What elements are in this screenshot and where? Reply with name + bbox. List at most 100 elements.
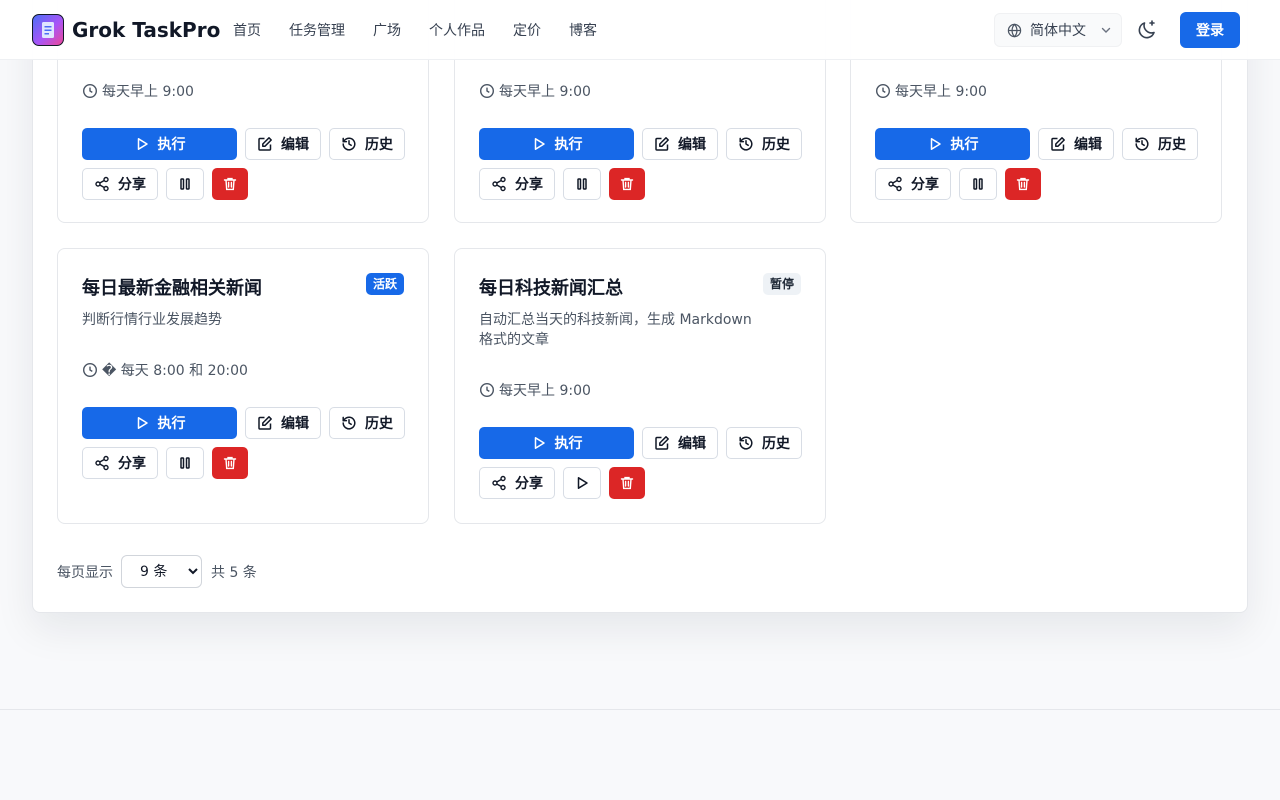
clock-icon (82, 83, 98, 99)
globe-icon (1007, 23, 1022, 37)
status-badge: 活跃 (365, 273, 404, 295)
per-page-select[interactable]: 9 条18 条36 条 (121, 555, 202, 588)
history-icon (342, 416, 356, 430)
language-selector[interactable]: 简体中文 (994, 13, 1122, 47)
per-page-label: 每页显示 (57, 564, 113, 581)
task-schedule: � 每天 8:00 和 20:00 (82, 360, 248, 380)
play-icon (137, 417, 148, 429)
clock-icon (82, 362, 98, 378)
nav-pricing[interactable]: 定价 (513, 20, 541, 40)
edit-icon (1051, 137, 1065, 151)
history-button[interactable]: 历史 (329, 128, 405, 160)
delete-button[interactable] (609, 467, 645, 499)
edit-button[interactable]: 编辑 (642, 427, 718, 459)
task-description: 自动汇总当天的科技新闻，生成 Markdown 格式的文章 (479, 312, 752, 348)
history-icon (739, 137, 753, 151)
delete-button[interactable] (212, 447, 248, 479)
nav-blog[interactable]: 博客 (569, 20, 597, 40)
edit-button[interactable]: 编辑 (245, 407, 321, 439)
clock-icon (875, 83, 891, 99)
total-count: 共 5 条 (211, 564, 257, 581)
history-button[interactable]: 历史 (1122, 128, 1198, 160)
share-icon (95, 455, 109, 471)
pause-button[interactable] (166, 168, 204, 200)
trash-icon (223, 177, 237, 191)
app-logo[interactable] (32, 14, 64, 46)
play-icon (930, 138, 941, 150)
share-button[interactable]: 分享 (82, 447, 158, 479)
play-icon (534, 138, 545, 150)
play-icon (534, 437, 545, 449)
status-badge: 暂停 (762, 273, 801, 295)
language-label: 简体中文 (1030, 23, 1086, 39)
delete-button[interactable] (212, 168, 248, 200)
trash-icon (620, 476, 634, 490)
pagination: 每页显示 9 条18 条36 条 共 5 条 (57, 555, 257, 588)
history-icon (1135, 137, 1149, 151)
play-icon (137, 138, 148, 150)
task-card: 每日科技新闻汇总 暂停 自动汇总当天的科技新闻，生成 Markdown 格式的文… (454, 248, 826, 524)
edit-icon (655, 436, 669, 450)
task-schedule: 每天早上 9:00 (479, 380, 591, 400)
play-icon (577, 477, 588, 489)
pause-icon (973, 178, 983, 190)
brand-name[interactable]: Grok TaskPro (72, 18, 220, 42)
resume-button[interactable] (563, 467, 601, 499)
clock-icon (479, 83, 495, 99)
share-icon (492, 176, 506, 192)
share-icon (888, 176, 902, 192)
chevron-down-icon (1101, 27, 1111, 33)
share-button[interactable]: 分享 (82, 168, 158, 200)
task-schedule: 每天早上 9:00 (82, 81, 194, 101)
moon-icon[interactable] (1135, 18, 1159, 42)
task-title: 每日科技新闻汇总 (479, 278, 623, 299)
task-title: 每日最新金融相关新闻 (82, 278, 262, 299)
delete-button[interactable] (1005, 168, 1041, 200)
task-schedule: 每天早上 9:00 (479, 81, 591, 101)
history-icon (342, 137, 356, 151)
delete-button[interactable] (609, 168, 645, 200)
task-card: 每日最新金融相关新闻 活跃 判断行情行业发展趋势 � 每天 8:00 和 20:… (57, 248, 429, 524)
trash-icon (620, 177, 634, 191)
pause-icon (180, 178, 190, 190)
run-button[interactable]: 执行 (479, 128, 634, 160)
nav-home[interactable]: 首页 (233, 20, 261, 40)
nav-my-works[interactable]: 个人作品 (429, 20, 485, 40)
share-icon (492, 475, 506, 491)
share-icon (95, 176, 109, 192)
run-button[interactable]: 执行 (479, 427, 634, 459)
pause-button[interactable] (563, 168, 601, 200)
pause-icon (180, 457, 190, 469)
edit-icon (258, 137, 272, 151)
task-description: 判断行情行业发展趋势 (82, 312, 222, 328)
top-nav-bar: Grok TaskPro 首页 任务管理 广场 个人作品 定价 博客 简体中文 … (0, 0, 1280, 60)
pause-button[interactable] (959, 168, 997, 200)
history-button[interactable]: 历史 (329, 407, 405, 439)
document-icon (42, 22, 54, 38)
pause-button[interactable] (166, 447, 204, 479)
run-button[interactable]: 执行 (875, 128, 1030, 160)
edit-icon (655, 137, 669, 151)
login-button[interactable]: 登录 (1180, 12, 1240, 48)
share-button[interactable]: 分享 (479, 467, 555, 499)
nav-task-management[interactable]: 任务管理 (289, 20, 345, 40)
trash-icon (223, 456, 237, 470)
share-button[interactable]: 分享 (479, 168, 555, 200)
task-schedule: 每天早上 9:00 (875, 81, 987, 101)
history-icon (739, 436, 753, 450)
history-button[interactable]: 历史 (726, 128, 802, 160)
edit-button[interactable]: 编辑 (1038, 128, 1114, 160)
clock-icon (479, 382, 495, 398)
run-button[interactable]: 执行 (82, 128, 237, 160)
edit-button[interactable]: 编辑 (245, 128, 321, 160)
task-list-panel: 每天早上 9:00 执行 编辑 历史 分享 每天早上 9:00 执行 编辑 历史… (32, 0, 1248, 613)
share-button[interactable]: 分享 (875, 168, 951, 200)
history-button[interactable]: 历史 (726, 427, 802, 459)
edit-button[interactable]: 编辑 (642, 128, 718, 160)
footer-divider (0, 709, 1280, 710)
nav-plaza[interactable]: 广场 (373, 20, 401, 40)
edit-icon (258, 416, 272, 430)
page: 每天早上 9:00 执行 编辑 历史 分享 每天早上 9:00 执行 编辑 历史… (0, 0, 1280, 800)
main-nav: 首页 任务管理 广场 个人作品 定价 博客 (233, 20, 597, 40)
run-button[interactable]: 执行 (82, 407, 237, 439)
